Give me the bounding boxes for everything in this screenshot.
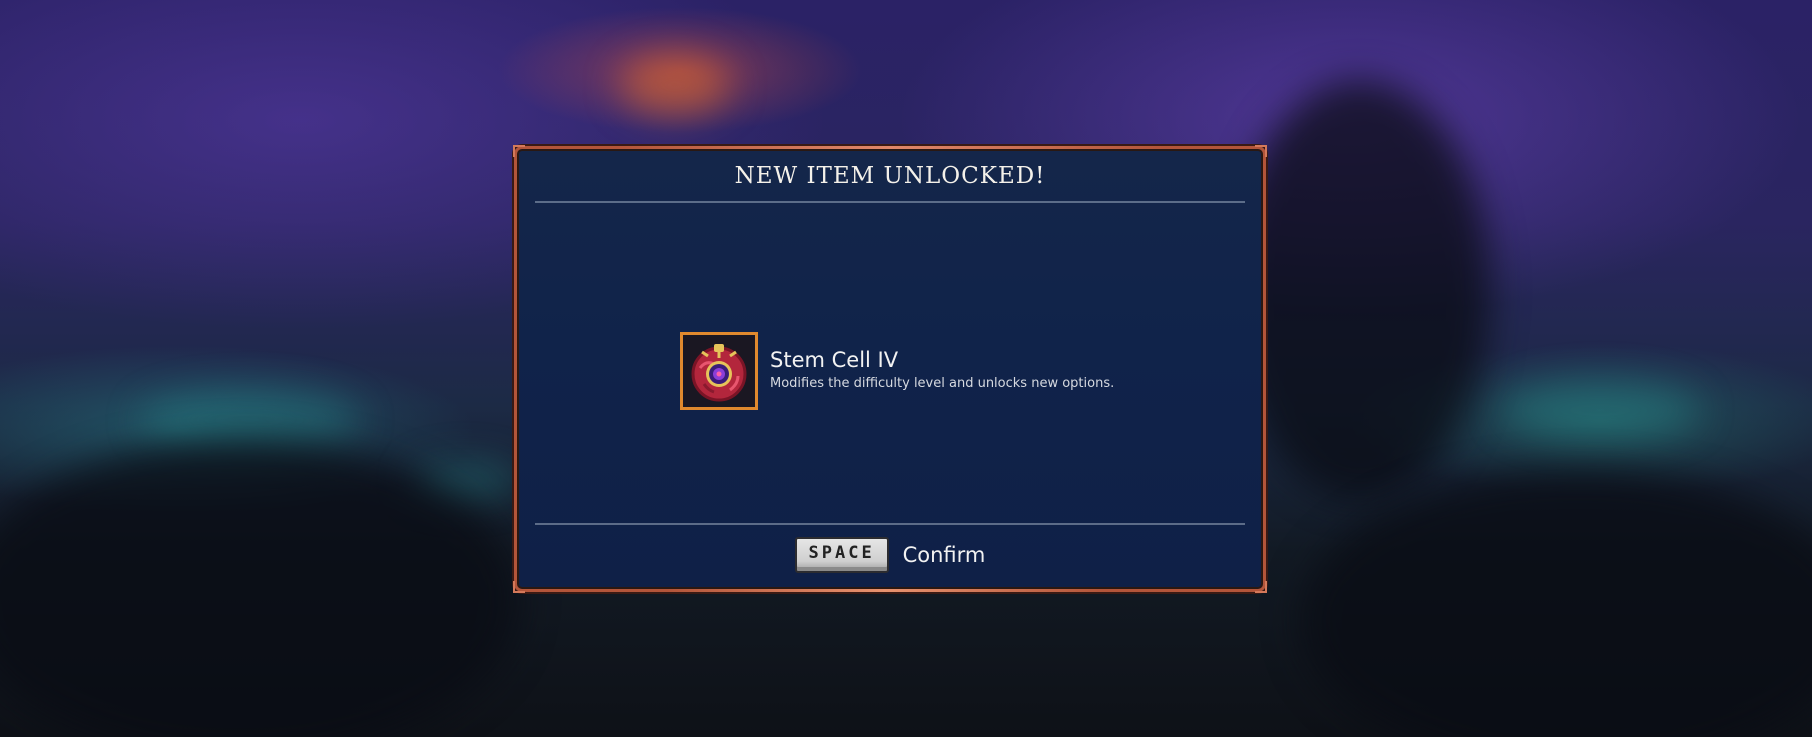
item-name: Stem Cell IV	[770, 347, 899, 372]
background-silhouette	[1230, 80, 1490, 500]
dialog-title: NEW ITEM UNLOCKED!	[734, 163, 1046, 189]
item-description: Modifies the difficulty level and unlock…	[770, 375, 1115, 391]
frame-corner	[1255, 581, 1267, 593]
confirm-label[interactable]: Confirm	[903, 543, 986, 567]
frame-corner	[1255, 145, 1267, 157]
unlocked-item: Stem Cell IV Modifies the difficulty lev…	[680, 331, 1114, 411]
background-glow	[1500, 380, 1700, 440]
item-text: Stem Cell IV Modifies the difficulty lev…	[770, 348, 1114, 391]
unlock-dialog: NEW ITEM UNLOCKED! Stem Cell IV Modifies…	[513, 145, 1267, 593]
frame-corner	[513, 145, 525, 157]
space-key-button[interactable]: SPACE	[794, 537, 889, 573]
dialog-footer: SPACE Confirm	[517, 537, 1263, 573]
game-scene: NEW ITEM UNLOCKED! Stem Cell IV Modifies…	[0, 0, 1812, 737]
frame-highlight	[617, 146, 1163, 149]
background-light	[620, 55, 730, 115]
background-silhouette	[1300, 470, 1812, 737]
frame-corner	[513, 581, 525, 593]
title-divider	[535, 201, 1245, 203]
frame-highlight	[667, 589, 1103, 592]
stem-cell-icon	[691, 344, 747, 402]
footer-divider	[535, 523, 1245, 525]
item-icon-frame	[680, 332, 758, 410]
